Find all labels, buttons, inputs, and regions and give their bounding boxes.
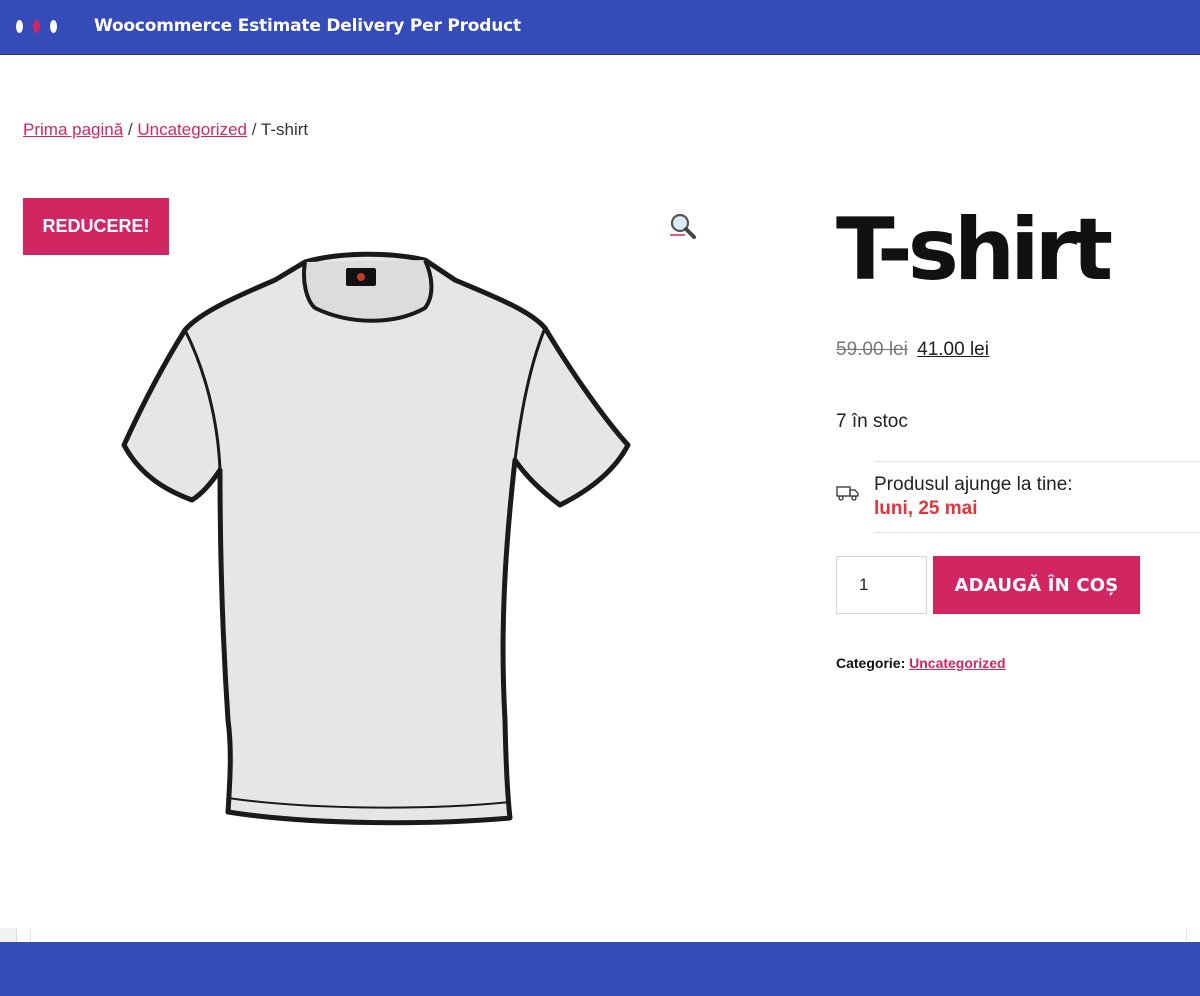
- window-dot-3[interactable]: [50, 20, 57, 33]
- scrollbar-corner: [0, 928, 17, 942]
- delivery-date: luni, 25 mai: [874, 498, 978, 519]
- price-new: 41.00 lei: [917, 339, 989, 360]
- divider: [874, 532, 1200, 533]
- product-meta: Categorie: Uncategorized: [836, 655, 1006, 671]
- product-title: T-shirt: [836, 200, 1113, 300]
- price-old: 59.00 lei: [836, 339, 908, 360]
- category-link[interactable]: Uncategorized: [909, 655, 1005, 671]
- window-controls: [16, 20, 57, 34]
- divider: [30, 928, 31, 942]
- window-title-bar: Woocommerce Estimate Delivery Per Produc…: [0, 0, 1200, 55]
- bottom-frame-bar: [0, 942, 1200, 996]
- product-price: 59.00 lei 41.00 lei: [836, 339, 989, 361]
- truck-icon: [836, 484, 860, 502]
- window-dot-2[interactable]: [33, 20, 40, 33]
- quantity-input[interactable]: [836, 556, 927, 614]
- breadcrumb-separator: /: [127, 120, 133, 139]
- magnifier-icon[interactable]: [669, 212, 697, 240]
- delivery-label: Produsul ajunge la tine:: [874, 474, 1073, 495]
- breadcrumb-separator: /: [251, 120, 257, 139]
- breadcrumb: Prima pagină / Uncategorized / T-shirt: [23, 120, 308, 140]
- breadcrumb-current: T-shirt: [260, 120, 309, 139]
- breadcrumb-category-link[interactable]: Uncategorized: [137, 120, 247, 139]
- divider: [1186, 928, 1187, 942]
- window-dot-1[interactable]: [16, 20, 23, 33]
- stock-status: 7 în stoc: [836, 411, 908, 432]
- add-to-cart-button[interactable]: ADAUGĂ ÎN COȘ: [933, 556, 1140, 614]
- t-shirt-image: [121, 251, 631, 826]
- divider: [874, 461, 1200, 462]
- product-image[interactable]: [110, 250, 640, 835]
- breadcrumb-home-link[interactable]: Prima pagină: [23, 120, 123, 139]
- category-label: Categorie:: [836, 655, 906, 671]
- sale-badge: REDUCERE!: [23, 198, 169, 255]
- window-title: Woocommerce Estimate Delivery Per Produc…: [94, 16, 521, 36]
